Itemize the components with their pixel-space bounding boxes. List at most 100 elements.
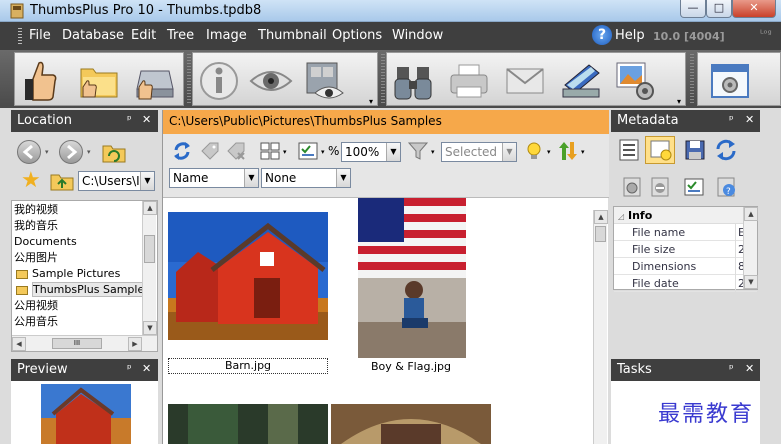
chevron-down-icon[interactable]: ▼ [244, 169, 258, 187]
scroll-left-icon[interactable]: ◀ [12, 337, 26, 351]
metadata-row[interactable]: File name E [614, 224, 757, 241]
pin-icon[interactable]: ᵖ [127, 362, 132, 375]
drive-thumb-icon[interactable] [133, 59, 177, 103]
scroll-down-icon[interactable]: ▼ [143, 321, 157, 335]
close-pane-icon[interactable]: ✕ [745, 113, 754, 126]
toolbar-grip-3[interactable] [690, 54, 694, 104]
metadata-list-icon[interactable] [617, 138, 641, 162]
pin-icon[interactable]: ᵖ [729, 362, 734, 375]
tree-item[interactable]: 我的音乐 [14, 218, 142, 234]
close-button[interactable]: ✕ [732, 0, 776, 18]
sort-arrows-icon[interactable] [557, 140, 579, 162]
metadata-row[interactable]: File size 2 [614, 241, 757, 258]
pin-icon[interactable]: ᵖ [127, 113, 132, 126]
toolbar-overflow-icon-2[interactable]: ▾ [677, 97, 681, 106]
checklist-icon[interactable] [683, 176, 705, 198]
save-icon[interactable] [683, 138, 707, 162]
tag-icon[interactable] [199, 140, 221, 162]
tree-item[interactable]: Documents [14, 234, 142, 250]
tree-item[interactable]: ThumbsPlus Samples [14, 282, 142, 298]
tree-item[interactable]: 公用图片 [14, 250, 142, 266]
chevron-down-icon[interactable]: ▼ [336, 169, 350, 187]
sync-icon[interactable] [713, 138, 739, 162]
delete-doc-icon[interactable] [649, 176, 671, 198]
thumbnail-item[interactable]: Barn.jpg [168, 212, 328, 376]
scroll-thumb[interactable] [595, 226, 606, 242]
gear-settings-icon[interactable] [621, 176, 643, 198]
filter-icon[interactable] [407, 140, 429, 162]
menu-edit[interactable]: Edit [131, 28, 156, 43]
sort-secondary-combo[interactable]: None ▼ [261, 168, 351, 188]
folder-up-icon[interactable] [49, 170, 75, 192]
menu-grip[interactable] [18, 28, 22, 44]
menu-thumbnail[interactable]: Thumbnail [258, 28, 327, 43]
help-icon[interactable]: ? [592, 25, 612, 45]
eye-icon[interactable] [249, 59, 293, 103]
tree-item[interactable]: 公用音乐 [14, 314, 142, 330]
refresh-icon[interactable] [171, 140, 193, 162]
filter-combo[interactable]: Selected ▼ [441, 142, 517, 162]
chevron-down-icon[interactable]: ▼ [386, 143, 400, 161]
toolbar-grip-2[interactable] [381, 54, 385, 104]
hscroll-thumb[interactable]: III [52, 338, 102, 349]
close-pane-icon[interactable]: ✕ [142, 362, 151, 375]
menu-image[interactable]: Image [206, 28, 247, 43]
sort-field-combo[interactable]: Name ▼ [169, 168, 259, 188]
scanner-icon[interactable] [559, 59, 603, 103]
close-pane-icon[interactable]: ✕ [142, 113, 151, 126]
forward-icon[interactable] [59, 140, 83, 164]
close-pane-icon[interactable]: ✕ [745, 362, 754, 375]
tree-item[interactable]: Sample Pictures [14, 266, 142, 282]
checklist-icon[interactable] [297, 140, 319, 162]
pin-icon[interactable]: ᵖ [729, 113, 734, 126]
folder-refresh-icon[interactable] [101, 140, 127, 164]
info-icon[interactable] [197, 59, 241, 103]
tree-item[interactable]: 公用视频 [14, 298, 142, 314]
collapse-icon[interactable]: ◿ [618, 212, 624, 221]
slideshow-gear-icon[interactable] [613, 59, 657, 103]
lightbulb-dropdown-icon[interactable]: ▾ [547, 148, 551, 156]
menu-window[interactable]: Window [392, 28, 443, 43]
tree-vscroll[interactable]: ▲ ▼ [142, 201, 157, 335]
tree-item[interactable]: 我的视频 [14, 202, 142, 218]
content-vscroll[interactable]: ▲ [593, 210, 608, 444]
scroll-up-icon[interactable]: ▲ [143, 201, 157, 215]
scroll-down-icon[interactable]: ▼ [744, 275, 758, 289]
metadata-thumbnail-icon[interactable] [645, 136, 675, 164]
metadata-row[interactable]: Dimensions 8 [614, 258, 757, 275]
binoculars-icon[interactable] [391, 59, 435, 103]
scroll-thumb[interactable] [144, 235, 155, 263]
zoom-combo[interactable]: 100% ▼ [341, 142, 401, 162]
help-doc-icon[interactable]: ? [715, 176, 737, 198]
folder-thumb-icon[interactable] [77, 59, 121, 103]
layout-dropdown-icon[interactable]: ▾ [283, 148, 287, 156]
filter-dropdown-icon[interactable]: ▾ [431, 148, 435, 156]
metadata-vscroll[interactable]: ▲ ▼ [743, 207, 758, 289]
window-settings-icon[interactable] [708, 59, 752, 103]
favorites-star-icon[interactable]: ★ [21, 170, 43, 192]
chevron-down-icon[interactable]: ▼ [140, 172, 154, 190]
email-icon[interactable] [503, 59, 547, 103]
back-icon[interactable] [17, 140, 41, 164]
tree-hscroll[interactable]: ◀ III ▶ [12, 335, 157, 351]
path-combo[interactable]: C:\Users\I ▼ [78, 171, 155, 191]
maximize-button[interactable]: □ [706, 0, 732, 18]
layout-grid-icon[interactable] [259, 140, 281, 162]
thumbs-up-icon[interactable] [19, 59, 63, 103]
minimize-button[interactable]: — [680, 0, 706, 18]
lightbulb-icon[interactable] [523, 140, 545, 162]
view-eye-icon[interactable] [303, 59, 347, 103]
menu-file[interactable]: File [29, 28, 51, 43]
menu-help[interactable]: Help [615, 28, 645, 43]
metadata-row[interactable]: File date 2 [614, 275, 757, 292]
chevron-down-icon[interactable]: ▼ [502, 143, 516, 161]
toolbar-grip[interactable] [187, 54, 191, 104]
info-section[interactable]: ◿ Info [614, 207, 757, 224]
scroll-right-icon[interactable]: ▶ [128, 337, 142, 351]
untag-icon[interactable] [225, 140, 247, 162]
checklist-dropdown-icon[interactable]: ▾ [321, 148, 325, 156]
menu-database[interactable]: Database [62, 28, 124, 43]
menu-options[interactable]: Options [332, 28, 382, 43]
toolbar-overflow-icon[interactable]: ▾ [369, 97, 373, 106]
menu-tree[interactable]: Tree [167, 28, 194, 43]
